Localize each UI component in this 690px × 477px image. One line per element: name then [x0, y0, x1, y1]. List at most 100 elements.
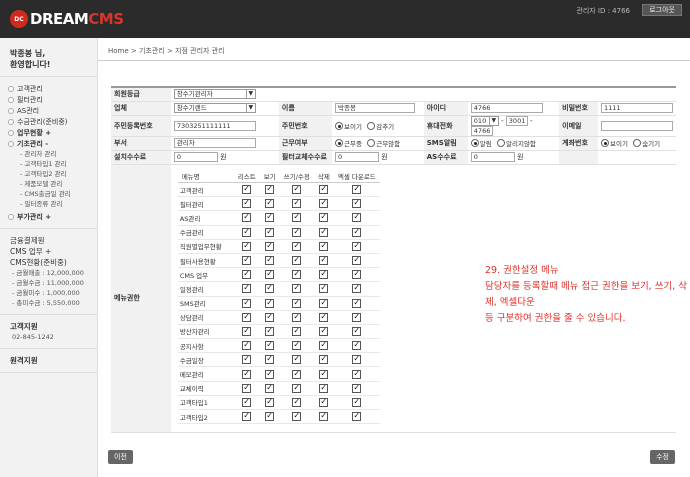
- perm-list-checkbox[interactable]: [242, 269, 252, 280]
- perm-write-checkbox[interactable]: [292, 326, 302, 336]
- sidebar-sub-admins[interactable]: - 관리자 관리: [8, 149, 89, 159]
- perm-excel-checkbox[interactable]: [352, 283, 362, 294]
- perm-list-checkbox[interactable]: [242, 354, 252, 365]
- perm-write-checkbox[interactable]: [292, 369, 302, 379]
- perm-excel-checkbox[interactable]: [352, 212, 362, 223]
- prev-button[interactable]: 이전: [108, 450, 133, 464]
- sidebar-item-as[interactable]: AS관리: [8, 105, 89, 116]
- perm-view-checkbox[interactable]: [265, 312, 275, 322]
- perm-list-checkbox[interactable]: [242, 397, 252, 407]
- dept-input[interactable]: 관리자: [173, 138, 256, 148]
- perm-delete-checkbox[interactable]: [319, 184, 329, 195]
- install-fee-input[interactable]: 0: [173, 152, 218, 162]
- logout-button[interactable]: 로그아웃: [642, 4, 682, 16]
- mobile-middle-input[interactable]: 3001: [505, 115, 528, 126]
- perm-write-checkbox[interactable]: [292, 298, 302, 308]
- perm-excel-checkbox[interactable]: [352, 312, 362, 322]
- perm-view-checkbox[interactable]: [265, 184, 275, 195]
- sidebar-item-customers[interactable]: 고객관리: [8, 83, 89, 94]
- perm-view-checkbox[interactable]: [265, 354, 275, 365]
- perm-delete-checkbox[interactable]: [319, 397, 329, 407]
- sidebar-sub-type1[interactable]: - 고객타입1 관리: [8, 159, 89, 169]
- perm-delete-checkbox[interactable]: [319, 269, 329, 280]
- perm-delete-checkbox[interactable]: [319, 312, 329, 322]
- perm-write-checkbox[interactable]: [292, 354, 302, 365]
- perm-list-checkbox[interactable]: [242, 326, 252, 336]
- rrn-input[interactable]: 7303251111111: [173, 120, 256, 131]
- perm-excel-checkbox[interactable]: [352, 397, 362, 407]
- sms-off-radio[interactable]: [497, 139, 505, 147]
- perm-view-checkbox[interactable]: [265, 283, 275, 294]
- perm-write-checkbox[interactable]: [292, 241, 302, 251]
- logo[interactable]: DC DREAMCMS: [10, 8, 124, 30]
- perm-write-checkbox[interactable]: [292, 283, 302, 294]
- perm-delete-checkbox[interactable]: [319, 326, 329, 336]
- perm-delete-checkbox[interactable]: [319, 411, 329, 422]
- perm-list-checkbox[interactable]: [242, 411, 252, 422]
- perm-write-checkbox[interactable]: [292, 397, 302, 407]
- account-show-radio[interactable]: [601, 139, 609, 147]
- perm-delete-checkbox[interactable]: [319, 369, 329, 379]
- perm-list-checkbox[interactable]: [242, 227, 252, 237]
- perm-list-checkbox[interactable]: [242, 340, 252, 351]
- perm-view-checkbox[interactable]: [265, 241, 275, 251]
- company-select[interactable]: 창수기랜드 ▼: [173, 103, 256, 113]
- perm-excel-checkbox[interactable]: [352, 383, 362, 393]
- id-input[interactable]: 4766: [470, 103, 543, 113]
- perm-write-checkbox[interactable]: [292, 383, 302, 393]
- sidebar-item-cms[interactable]: CMS 업무 +: [10, 246, 87, 257]
- sms-on-radio[interactable]: [470, 139, 479, 147]
- perm-list-checkbox[interactable]: [242, 312, 252, 322]
- perm-excel-checkbox[interactable]: [352, 198, 362, 209]
- sidebar-sub-filter-types[interactable]: - 필터종류 관리: [8, 199, 89, 209]
- sidebar-sub-models[interactable]: - 제품모델 관리: [8, 179, 89, 189]
- perm-excel-checkbox[interactable]: [352, 411, 362, 422]
- perm-view-checkbox[interactable]: [265, 255, 275, 266]
- perm-delete-checkbox[interactable]: [319, 354, 329, 365]
- perm-write-checkbox[interactable]: [292, 227, 302, 237]
- mobile-prefix-select[interactable]: 010 ▼: [470, 115, 499, 126]
- perm-list-checkbox[interactable]: [242, 241, 252, 251]
- perm-excel-checkbox[interactable]: [352, 255, 362, 266]
- perm-excel-checkbox[interactable]: [352, 326, 362, 336]
- perm-list-checkbox[interactable]: [242, 298, 252, 308]
- grade-select[interactable]: 창수기관리자 ▼: [173, 89, 256, 100]
- sidebar-item-filters[interactable]: 필터관리: [8, 94, 89, 105]
- not-working-radio[interactable]: [367, 139, 376, 147]
- perm-list-checkbox[interactable]: [242, 383, 252, 393]
- perm-view-checkbox[interactable]: [265, 198, 275, 209]
- sidebar-sub-type2[interactable]: - 고객타입2 관리: [8, 169, 89, 179]
- perm-write-checkbox[interactable]: [292, 255, 302, 266]
- perm-list-checkbox[interactable]: [242, 255, 252, 266]
- perm-write-checkbox[interactable]: [292, 312, 302, 322]
- sidebar-item-extra[interactable]: 부가관리 +: [8, 211, 89, 222]
- perm-excel-checkbox[interactable]: [352, 340, 362, 351]
- perm-list-checkbox[interactable]: [242, 184, 252, 195]
- perm-delete-checkbox[interactable]: [319, 241, 329, 251]
- perm-delete-checkbox[interactable]: [319, 383, 329, 393]
- perm-view-checkbox[interactable]: [265, 411, 275, 422]
- perm-delete-checkbox[interactable]: [319, 255, 329, 266]
- perm-excel-checkbox[interactable]: [352, 354, 362, 365]
- perm-view-checkbox[interactable]: [265, 269, 275, 280]
- as-fee-input[interactable]: 0: [470, 152, 515, 162]
- perm-delete-checkbox[interactable]: [319, 340, 329, 351]
- perm-view-checkbox[interactable]: [265, 369, 275, 379]
- perm-delete-checkbox[interactable]: [319, 212, 329, 223]
- sidebar-item-work-status[interactable]: 업무현황 +: [8, 127, 89, 138]
- perm-write-checkbox[interactable]: [292, 184, 302, 195]
- perm-excel-checkbox[interactable]: [352, 298, 362, 308]
- perm-write-checkbox[interactable]: [292, 411, 302, 422]
- perm-delete-checkbox[interactable]: [319, 298, 329, 308]
- perm-list-checkbox[interactable]: [242, 212, 252, 223]
- perm-view-checkbox[interactable]: [265, 383, 275, 393]
- perm-view-checkbox[interactable]: [265, 212, 275, 223]
- perm-excel-checkbox[interactable]: [352, 369, 362, 379]
- sidebar-item-cms-status[interactable]: CMS현황(준비중): [10, 257, 87, 268]
- email-input[interactable]: [601, 120, 673, 131]
- perm-write-checkbox[interactable]: [292, 212, 302, 223]
- perm-excel-checkbox[interactable]: [352, 184, 362, 195]
- working-radio[interactable]: [335, 139, 344, 147]
- perm-delete-checkbox[interactable]: [319, 227, 329, 237]
- filter-fee-input[interactable]: 0: [335, 152, 380, 162]
